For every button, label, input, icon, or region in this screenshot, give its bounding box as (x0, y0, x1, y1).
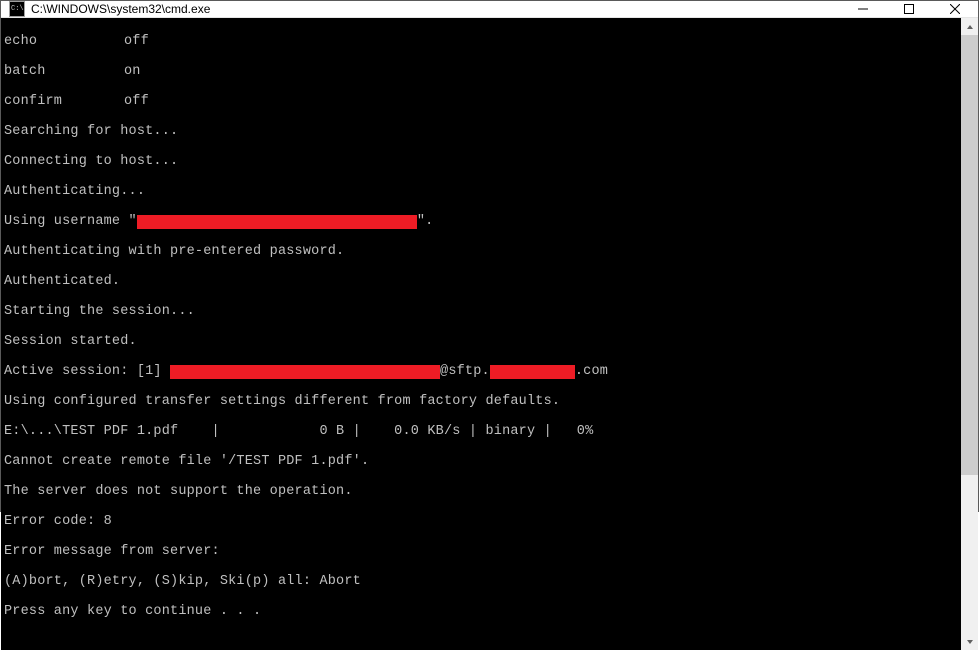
output-line: confirmoff (4, 94, 958, 109)
output-line: The server does not support the operatio… (4, 484, 958, 499)
scroll-track[interactable] (961, 35, 978, 633)
close-button[interactable] (932, 1, 978, 17)
output-line: Authenticating... (4, 184, 958, 199)
terminal-area: echooff batchon confirmoff Searching for… (1, 18, 978, 650)
titlebar: C:\ C:\WINDOWS\system32\cmd.exe (1, 1, 978, 18)
output-line: Authenticated. (4, 274, 958, 289)
cmd-icon: C:\ (9, 1, 25, 17)
redacted-session-host (490, 365, 575, 379)
minimize-button[interactable] (840, 1, 886, 17)
terminal-content[interactable]: echooff batchon confirmoff Searching for… (1, 18, 961, 650)
svg-text:C:\: C:\ (11, 5, 24, 13)
output-line: echooff (4, 34, 958, 49)
output-line: batchon (4, 64, 958, 79)
output-line: Connecting to host... (4, 154, 958, 169)
scroll-down-button[interactable] (961, 633, 978, 650)
output-line: Using configured transfer settings diffe… (4, 394, 958, 409)
window-title: C:\WINDOWS\system32\cmd.exe (31, 2, 840, 16)
output-line: E:\...\TEST PDF 1.pdf | 0 B | 0.0 KB/s |… (4, 424, 958, 439)
vertical-scrollbar[interactable] (961, 18, 978, 650)
output-line: Session started. (4, 334, 958, 349)
output-line: Active session: [1] @sftp..com (4, 364, 958, 379)
redacted-session-user (170, 365, 440, 379)
output-line: Error message from server: (4, 544, 958, 559)
cmd-window: C:\ C:\WINDOWS\system32\cmd.exe echooff … (0, 0, 979, 512)
scroll-up-button[interactable] (961, 18, 978, 35)
redacted-username (137, 215, 417, 229)
output-line: Starting the session... (4, 304, 958, 319)
scroll-thumb[interactable] (961, 35, 978, 475)
output-line: Cannot create remote file '/TEST PDF 1.p… (4, 454, 958, 469)
output-line: Error code: 8 (4, 514, 958, 529)
window-controls (840, 1, 978, 17)
output-line: (A)bort, (R)etry, (S)kip, Ski(p) all: Ab… (4, 574, 958, 589)
maximize-button[interactable] (886, 1, 932, 17)
output-line: Press any key to continue . . . (4, 604, 958, 619)
output-line: Searching for host... (4, 124, 958, 139)
output-line: Authenticating with pre-entered password… (4, 244, 958, 259)
output-line: Using username "". (4, 214, 958, 229)
